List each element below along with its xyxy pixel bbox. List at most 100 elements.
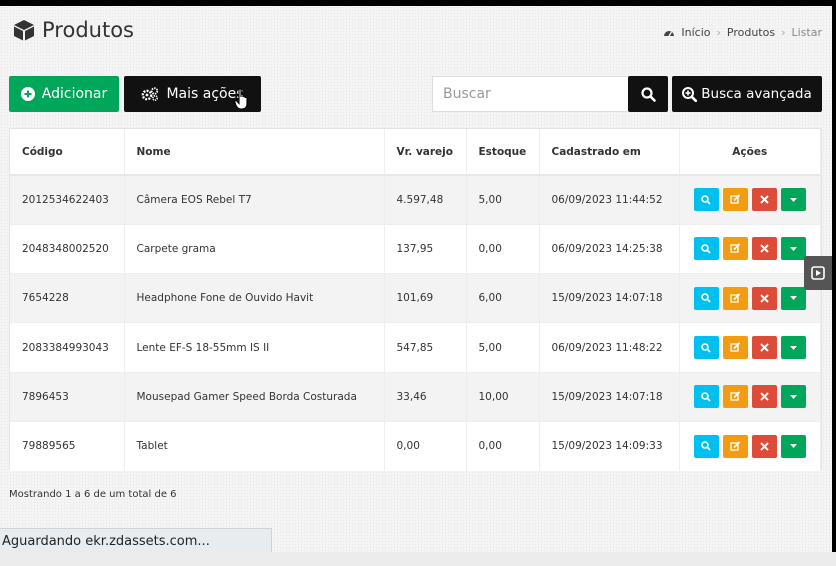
row-actions <box>693 237 806 261</box>
hand-cursor-icon <box>234 88 248 110</box>
cell-cadastrado: 15/09/2023 14:07:18 <box>539 273 680 323</box>
edit-button[interactable] <box>722 434 748 458</box>
table-row[interactable]: 7896453 Mousepad Gamer Speed Borda Costur… <box>10 371 821 422</box>
row-dropdown-button[interactable] <box>780 286 806 310</box>
breadcrumb-separator: › <box>716 26 721 39</box>
breadcrumb-separator: › <box>781 26 786 39</box>
table-row[interactable]: 7654228 Headphone Fone de Ouvido Havit 101… <box>10 273 821 323</box>
row-dropdown-button[interactable] <box>780 237 806 261</box>
delete-button[interactable] <box>751 336 777 360</box>
cell-nome: Carpete grama <box>124 223 385 274</box>
cell-nome: Câmera EOS Rebel T7 <box>124 174 385 225</box>
table-row[interactable]: 2012534622403 Câmera EOS Rebel T7 4.597,48… <box>10 174 821 225</box>
cell-vr-varejo: 101,69 <box>384 273 467 323</box>
view-button[interactable] <box>693 188 719 212</box>
close-icon <box>760 343 769 352</box>
caret-down-icon <box>789 345 797 350</box>
cell-nome: Mousepad Gamer Speed Borda Costurada <box>124 371 385 422</box>
edit-button[interactable] <box>722 286 748 310</box>
side-panel-toggle[interactable] <box>804 256 832 290</box>
page: Produtos Início › Produtos › Listar Adic… <box>0 6 832 552</box>
delete-button[interactable] <box>751 385 777 409</box>
cell-codigo: 2083384993043 <box>10 322 125 373</box>
cell-vr-varejo: 547,85 <box>384 322 467 373</box>
view-button[interactable] <box>693 336 719 360</box>
cell-acoes <box>679 371 821 422</box>
view-button[interactable] <box>693 434 719 458</box>
close-icon <box>760 195 769 205</box>
cell-estoque: 5,00 <box>466 322 540 373</box>
table-row[interactable]: 79889565 Tablet 0,00 0,00 15/09/2023 14:09:3… <box>10 420 821 471</box>
edit-button[interactable] <box>722 385 748 409</box>
column-header-estoque[interactable]: Estoque <box>466 129 540 176</box>
search-icon <box>701 195 711 205</box>
breadcrumb-produtos[interactable]: Produtos <box>727 26 775 39</box>
edit-button[interactable] <box>722 336 748 360</box>
page-title: Produtos <box>12 18 134 42</box>
column-header-vr-varejo[interactable]: Vr. varejo <box>384 129 467 176</box>
cell-codigo: 2048348002520 <box>10 223 125 274</box>
search-input[interactable] <box>432 76 628 112</box>
view-button[interactable] <box>693 237 719 261</box>
play-square-icon <box>811 266 825 280</box>
search-icon <box>701 392 711 402</box>
row-dropdown-button[interactable] <box>780 188 806 212</box>
plus-circle-icon <box>20 87 35 101</box>
cell-acoes <box>679 174 821 225</box>
view-button[interactable] <box>693 286 719 310</box>
delete-button[interactable] <box>751 237 777 261</box>
edit-button[interactable] <box>722 188 748 212</box>
add-button-label: Adicionar <box>41 86 108 102</box>
edit-icon <box>730 293 741 304</box>
close-icon <box>760 392 769 402</box>
column-header-nome[interactable]: Nome <box>124 129 385 176</box>
cell-acoes <box>679 223 821 274</box>
pagination-info: Mostrando 1 a 6 de um total de 6 <box>9 489 177 500</box>
browser-status-bar: Aguardando ekr.zdassets.com... <box>0 528 272 552</box>
edit-icon <box>730 391 741 402</box>
delete-button[interactable] <box>751 434 777 458</box>
cell-vr-varejo: 137,95 <box>384 223 467 274</box>
cell-acoes <box>679 322 821 373</box>
search-icon <box>701 244 711 254</box>
row-actions <box>693 385 806 409</box>
more-actions-label: Mais ações <box>166 86 244 102</box>
search-button[interactable] <box>628 76 668 112</box>
cell-nome: Tablet <box>124 420 385 471</box>
cell-cadastrado: 15/09/2023 14:09:33 <box>539 420 680 471</box>
search-icon <box>701 441 711 452</box>
delete-button[interactable] <box>751 188 777 212</box>
advanced-search-button[interactable]: Busca avançada <box>672 76 822 112</box>
advanced-search-label: Busca avançada <box>701 86 812 102</box>
delete-button[interactable] <box>751 286 777 310</box>
table-row[interactable]: 2083384993043 Lente EF-S 18-55mm IS II 547… <box>10 322 821 373</box>
view-button[interactable] <box>693 385 719 409</box>
table-row[interactable]: 2048348002520 Carpete grama 137,95 0,00 06/0… <box>10 223 821 274</box>
column-header-codigo[interactable]: Código <box>10 129 125 176</box>
column-header-cadastrado[interactable]: Cadastrado em <box>539 129 680 176</box>
edit-button[interactable] <box>722 237 748 261</box>
cell-vr-varejo: 33,46 <box>384 371 467 422</box>
background-strip <box>0 552 836 566</box>
row-dropdown-button[interactable] <box>780 434 806 458</box>
dashboard-icon <box>664 30 675 36</box>
cell-estoque: 0,00 <box>466 223 540 274</box>
cell-nome: Headphone Fone de Ouvido Havit <box>124 273 385 323</box>
breadcrumb-current: Listar <box>791 26 823 39</box>
products-table: Código Nome Vr. varejo Estoque Cadastrad… <box>9 128 822 471</box>
column-header-acoes: Ações <box>679 129 821 176</box>
cell-nome: Lente EF-S 18-55mm IS II <box>124 322 385 373</box>
edit-icon <box>730 441 741 452</box>
row-actions <box>693 336 806 360</box>
cell-codigo: 2012534622403 <box>10 174 125 225</box>
breadcrumb-home[interactable]: Início <box>681 26 710 39</box>
add-button[interactable]: Adicionar <box>9 76 119 112</box>
row-actions <box>693 188 806 212</box>
row-dropdown-button[interactable] <box>780 336 806 360</box>
row-dropdown-button[interactable] <box>780 385 806 409</box>
row-actions <box>693 286 806 310</box>
window-edge <box>832 6 836 552</box>
edit-icon <box>730 194 741 205</box>
edit-icon <box>730 243 741 254</box>
cell-cadastrado: 06/09/2023 14:25:38 <box>539 223 680 274</box>
